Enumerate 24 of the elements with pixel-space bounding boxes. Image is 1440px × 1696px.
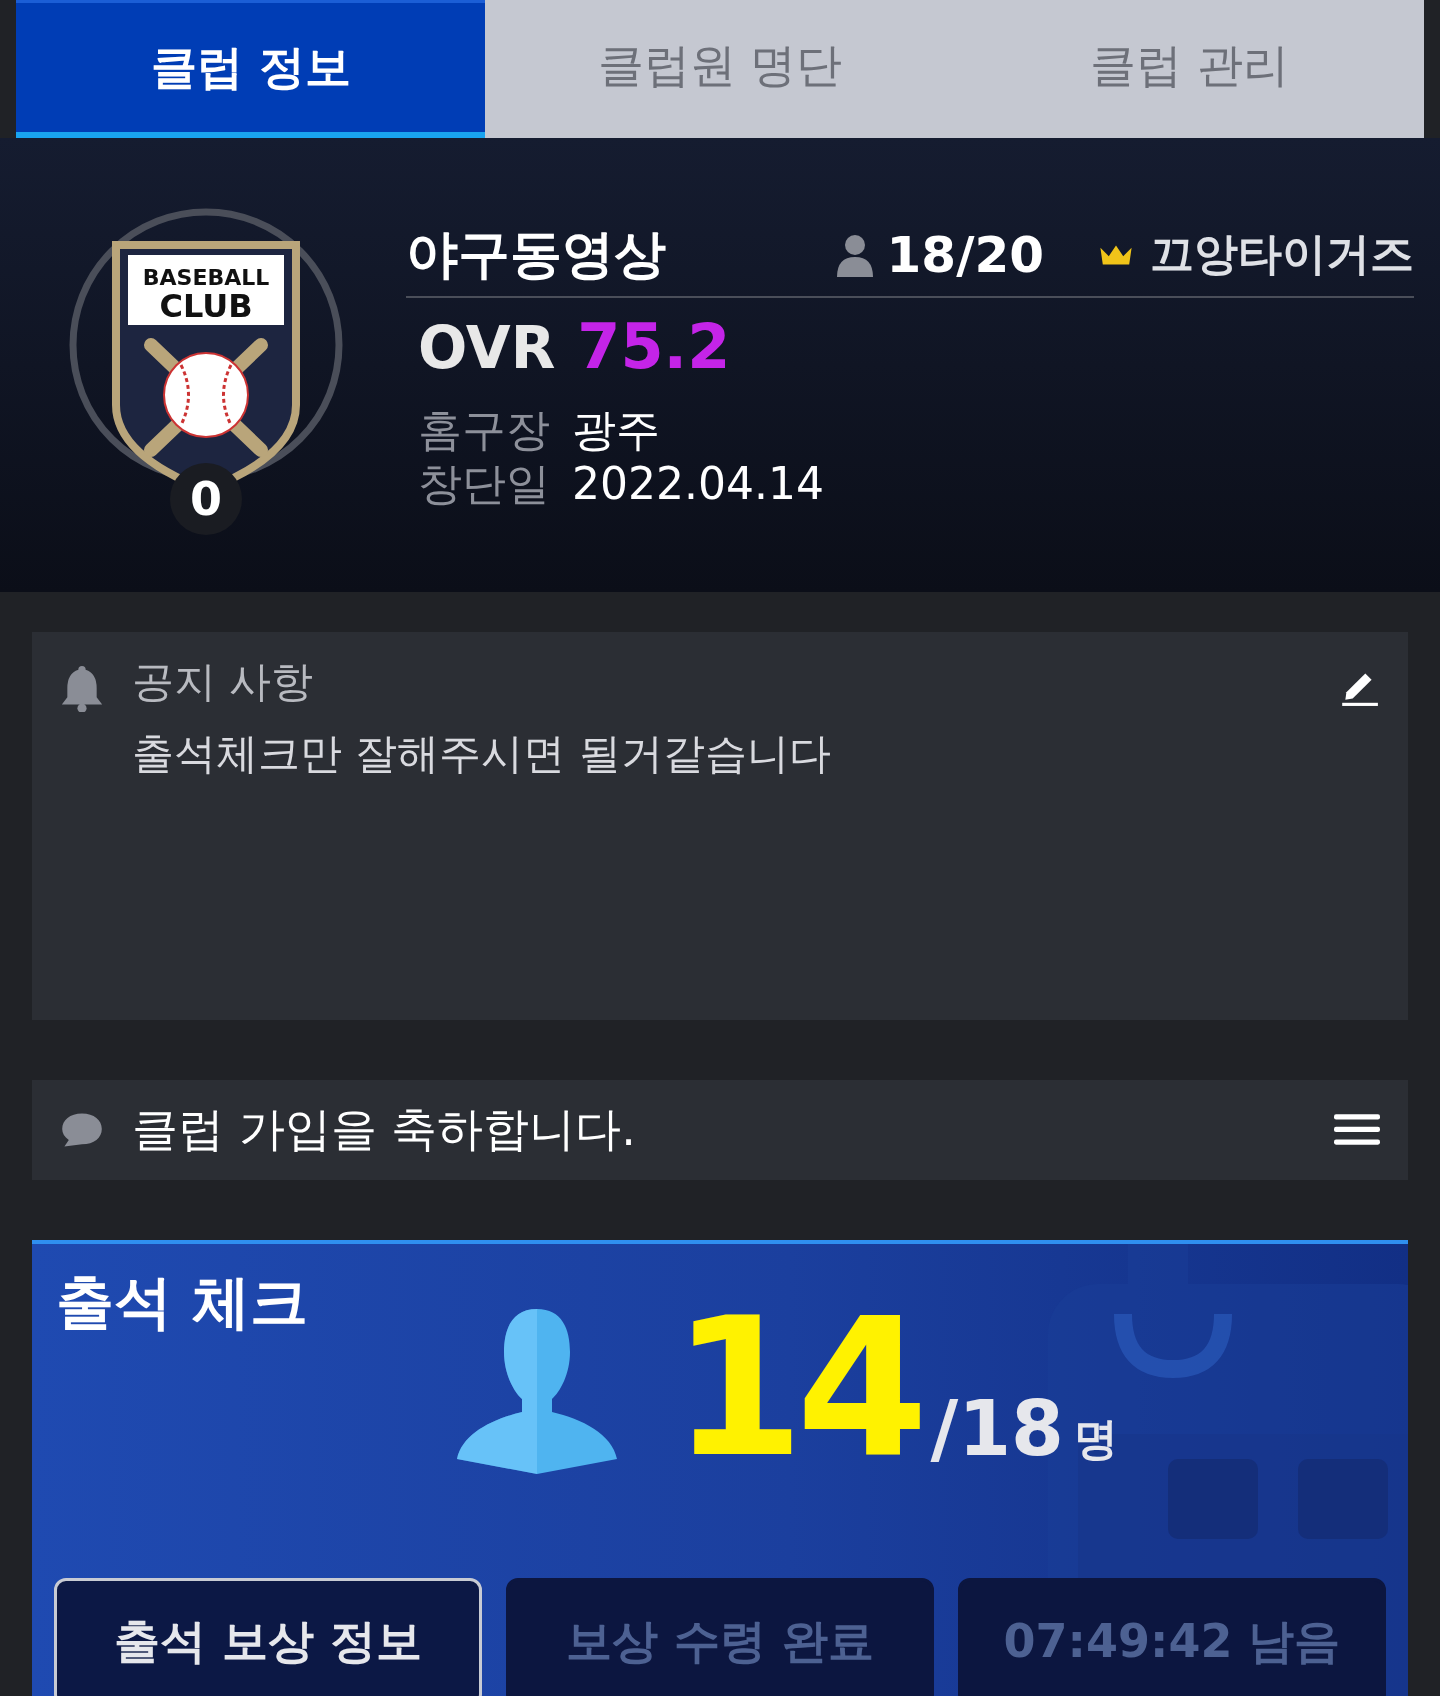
attendance-button[interactable]: 출석 보상 정보	[54, 1578, 482, 1696]
detail-label: 홈구장	[418, 402, 550, 457]
chat-bar[interactable]: 클럽 가입을 축하합니다.	[32, 1080, 1408, 1180]
club-name: 야구동영상	[406, 222, 667, 286]
tab[interactable]: 클럽 정보	[16, 0, 486, 138]
unit-label: 명	[1073, 1412, 1118, 1466]
person-icon	[834, 232, 875, 277]
menu-icon[interactable]	[1334, 1112, 1380, 1148]
attendance-total: /18	[930, 1384, 1064, 1474]
leader-name: 끄앙타이거즈	[1150, 227, 1414, 281]
ovr-value: 75.2	[577, 309, 731, 383]
notice-title: 공지 사항	[132, 656, 315, 708]
detail-value: 2022.04.14	[572, 456, 824, 511]
ovr-label: OVR	[418, 313, 556, 382]
chat-message: 클럽 가입을 축하합니다.	[132, 1101, 637, 1158]
attendance-count: 14	[672, 1304, 921, 1474]
attendance-title: 출석 체크	[56, 1267, 309, 1338]
bell-icon	[60, 664, 104, 712]
chat-bubble-icon	[60, 1111, 104, 1149]
detail-label: 창단일	[418, 456, 550, 511]
level-badge: 0	[170, 463, 242, 535]
notice-text: 출석체크만 잘해주시면 될거같습니다	[132, 728, 832, 780]
detail-value: 광주	[572, 402, 660, 457]
member-count: 18/20	[886, 225, 1044, 284]
